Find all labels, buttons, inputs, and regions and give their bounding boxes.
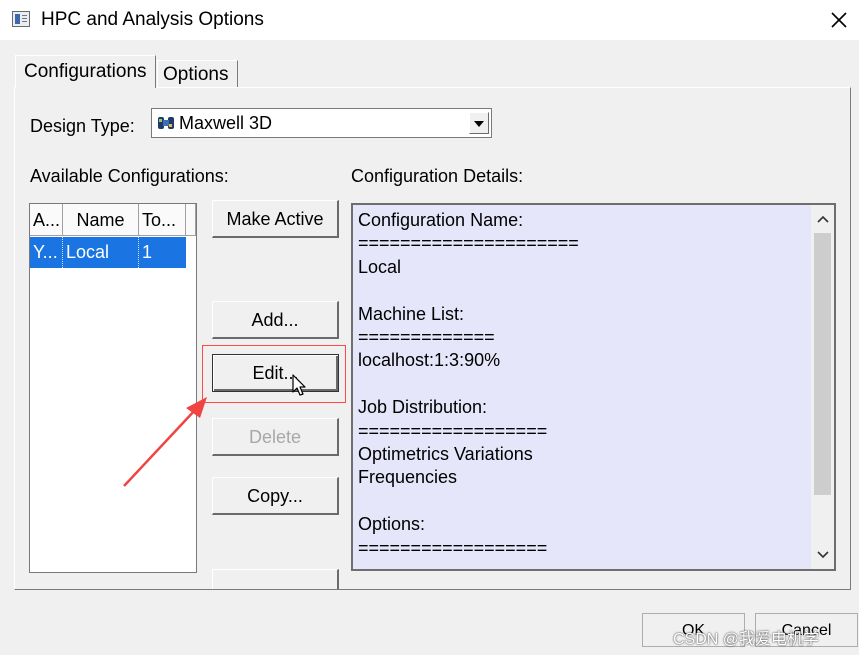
copy-button[interactable]: Copy... [212, 477, 339, 515]
table-row[interactable]: Y... Local 1 [30, 237, 186, 268]
column-header-name[interactable]: Name [63, 204, 139, 236]
design-type-select[interactable]: Maxwell 3D [151, 108, 492, 138]
scroll-up-button[interactable] [811, 207, 834, 231]
close-icon [831, 12, 847, 28]
window-title: HPC and Analysis Options [41, 9, 264, 30]
configuration-details-text: Configuration Name: ====================… [358, 210, 579, 558]
cell-name: Local [63, 237, 139, 268]
window-icon [12, 11, 30, 27]
close-button[interactable] [822, 4, 856, 36]
configurations-list[interactable]: A... Name To... Y... Local 1 [29, 203, 197, 573]
cell-tasks: 1 [142, 242, 153, 262]
partial-button[interactable] [212, 569, 339, 589]
configuration-details-label: Configuration Details: [351, 166, 524, 186]
configuration-details-box[interactable]: Configuration Name: ====================… [351, 203, 836, 571]
mouse-cursor-icon [292, 374, 306, 396]
column-header-tasks[interactable]: To... [139, 204, 186, 236]
column-header-filler [186, 204, 196, 236]
cell-active: Y... [30, 237, 63, 268]
dropdown-arrow-button[interactable] [469, 112, 489, 134]
watermark-text: CSDN @我爱电机学 [673, 631, 820, 648]
title-bar: HPC and Analysis Options [0, 0, 859, 40]
chevron-down-icon [816, 551, 829, 559]
available-configurations-label: Available Configurations: [30, 166, 229, 186]
annotation-highlight-box [202, 345, 346, 403]
details-scrollbar[interactable] [811, 205, 834, 569]
tab-options[interactable]: Options [157, 60, 238, 88]
chevron-up-icon [816, 215, 829, 223]
list-header: A... Name To... [30, 204, 196, 236]
design-type-value: Maxwell 3D [179, 113, 273, 133]
column-header-active[interactable]: A... [30, 204, 63, 236]
scroll-thumb[interactable] [814, 233, 831, 495]
delete-button[interactable]: Delete [212, 418, 339, 456]
maxwell-3d-icon [158, 117, 174, 129]
make-active-button[interactable]: Make Active [212, 200, 339, 238]
design-type-label: Design Type: [30, 116, 135, 136]
scroll-down-button[interactable] [811, 543, 834, 567]
add-button[interactable]: Add... [212, 301, 339, 339]
tab-configurations[interactable]: Configurations [15, 55, 156, 88]
